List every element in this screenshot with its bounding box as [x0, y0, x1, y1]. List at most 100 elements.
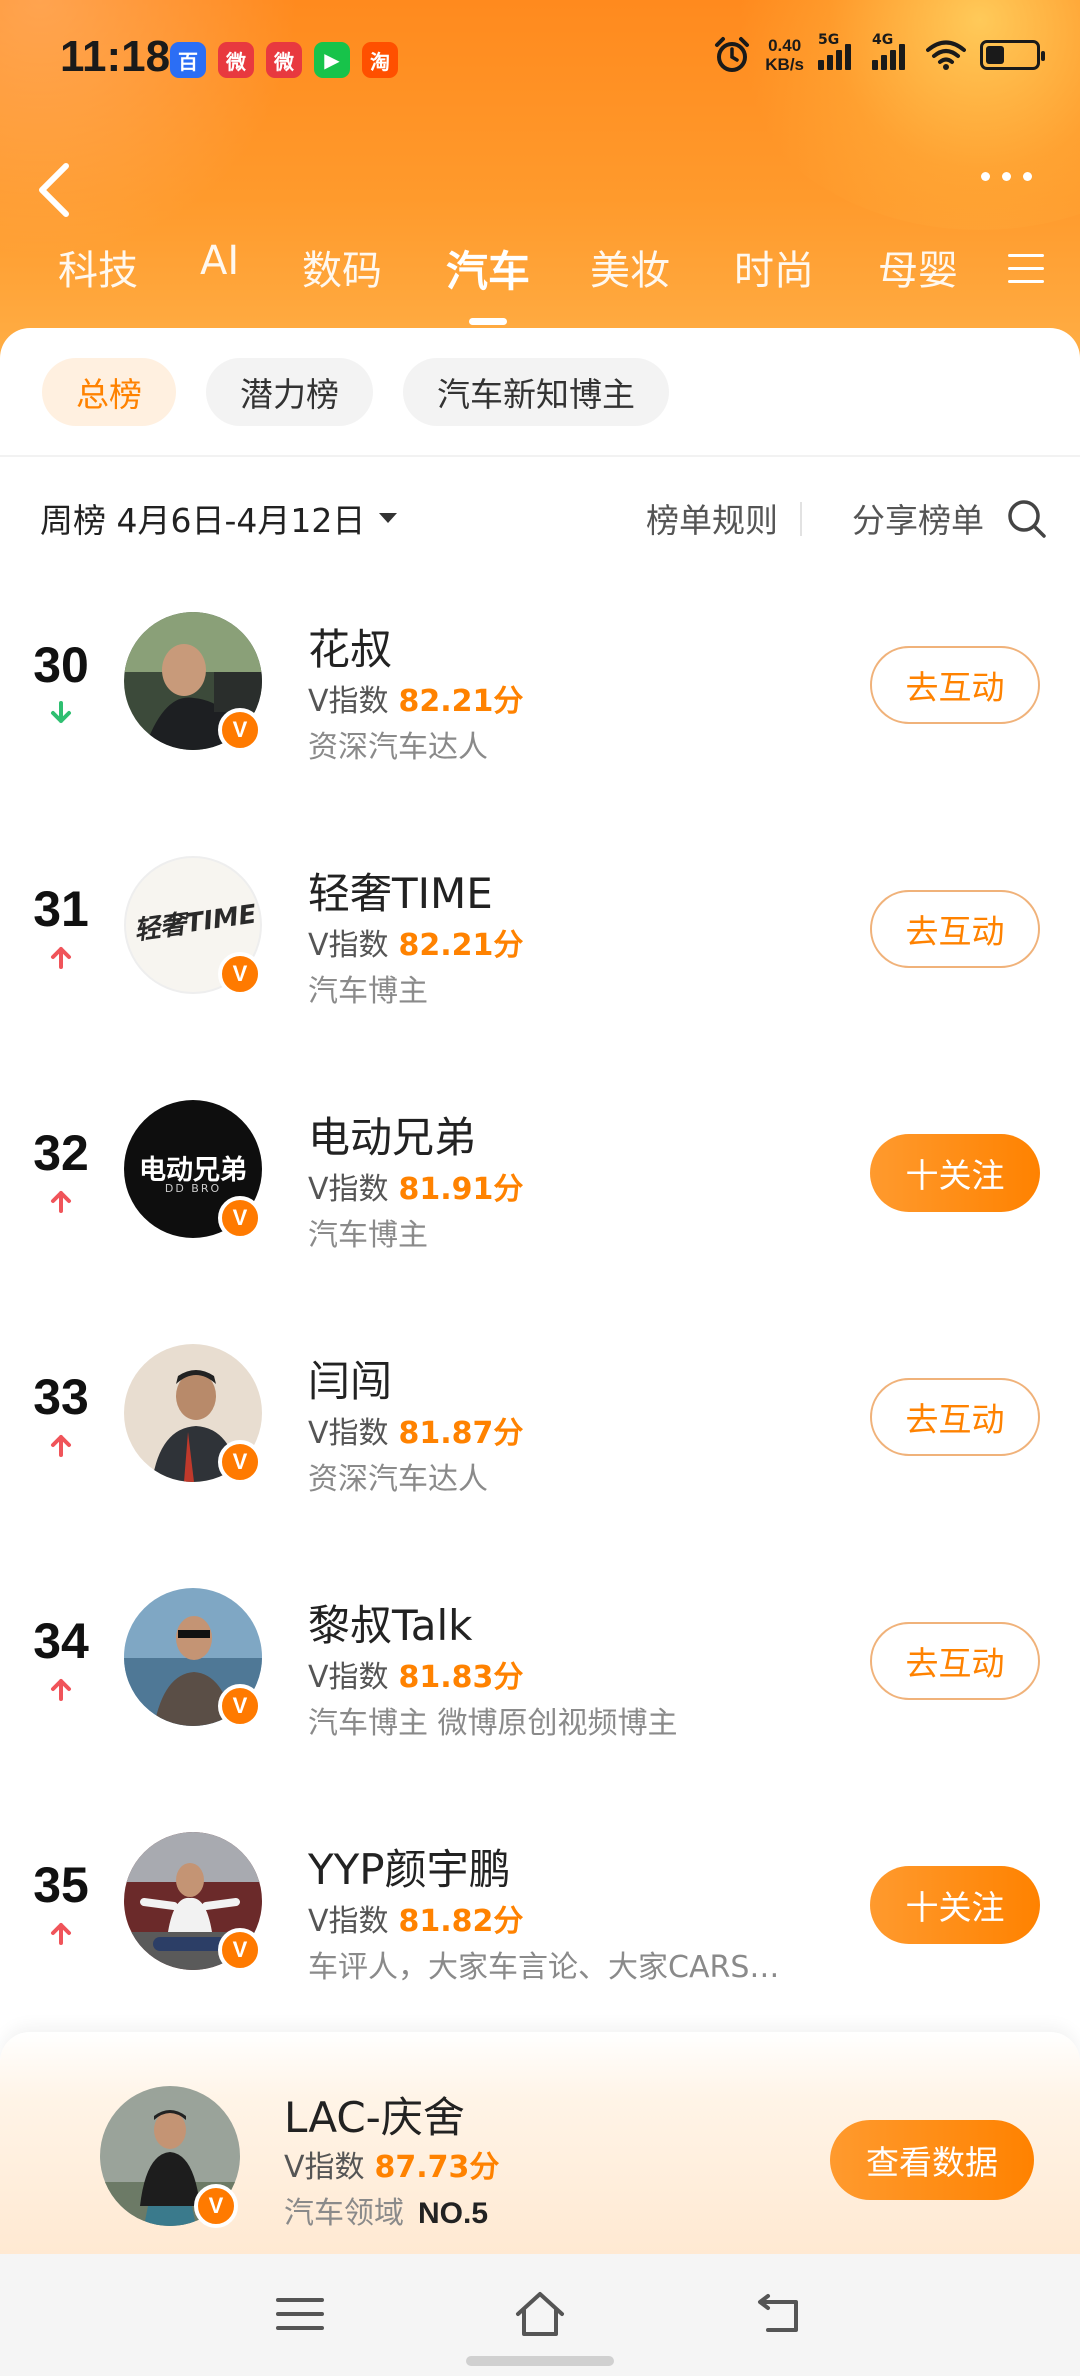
v-index-label: V指数 — [284, 2150, 365, 2185]
ranking-row[interactable]: 33 V 闫闯 V指数 81.87分 资深汽车达人 去互动 — [0, 1328, 1080, 1572]
trend-up-icon — [51, 1435, 71, 1457]
ranking-filters: 总榜 潜力榜 汽车新知博主 — [42, 358, 669, 426]
interact-button[interactable]: 去互动 — [870, 1378, 1040, 1456]
net-speed-value: 0.40 — [768, 36, 802, 55]
share-ranking-link[interactable]: 分享榜单 — [852, 494, 984, 542]
week-selector[interactable]: 周榜 4月6日-4月12日 — [40, 494, 398, 542]
weibo-icon: 微 — [218, 42, 254, 78]
home-icon[interactable] — [512, 2290, 568, 2338]
tab-maternity[interactable]: 母婴 — [878, 238, 958, 296]
status-bar: 11:18 百 微 微 ▶ 淘 0.40 KB/s 5G 4G — [0, 0, 1080, 118]
verified-badge-icon: V — [218, 952, 262, 996]
follow-button[interactable]: 十关注 — [870, 1134, 1040, 1212]
v-index: V指数 82.21分 — [308, 676, 523, 720]
rank-number: 33 — [33, 1369, 89, 1425]
blogger-subtitle: 车评人，大家车言论、大家CARS… — [308, 1950, 780, 1985]
trend-up-icon — [51, 1679, 71, 1701]
my-domain-rank: 汽车领域 NO.5 — [284, 2188, 488, 2232]
status-indicators: 0.40 KB/s 5G 4G — [713, 32, 1045, 74]
interact-button[interactable]: 去互动 — [870, 890, 1040, 968]
separator — [800, 502, 802, 536]
search-icon[interactable] — [1004, 496, 1050, 542]
divider — [0, 455, 1080, 457]
v-index-label: V指数 — [308, 1416, 389, 1451]
interact-button[interactable]: 去互动 — [870, 646, 1040, 724]
tab-beauty[interactable]: 美妆 — [590, 238, 670, 296]
my-rank-number: NO.5 — [418, 2197, 489, 2230]
view-data-button[interactable]: 查看数据 — [830, 2120, 1034, 2200]
v-index: V指数 81.91分 — [308, 1164, 523, 1208]
v-index-score: 81.91分 — [398, 1172, 524, 1207]
signal-4g-label: 4G — [872, 32, 894, 48]
ranking-row[interactable]: 30 V 花叔 V指数 82.21分 资深汽车达人 去互动 — [0, 596, 1080, 840]
v-index: V指数 82.21分 — [308, 920, 523, 964]
v-index-label: V指数 — [308, 684, 389, 719]
filter-new-knowledge[interactable]: 汽车新知博主 — [403, 358, 669, 426]
my-name: LAC-庆舍 — [284, 2093, 465, 2142]
v-index-score: 81.83分 — [398, 1660, 524, 1695]
verified-badge-icon: V — [218, 1440, 262, 1484]
v-index-score: 81.82分 — [398, 1904, 524, 1939]
v-index-label: V指数 — [308, 1904, 389, 1939]
v-index-label: V指数 — [308, 1660, 389, 1695]
tab-tech[interactable]: 科技 — [58, 238, 138, 296]
tab-fashion[interactable]: 时尚 — [734, 238, 814, 296]
back-nav-icon[interactable] — [752, 2290, 808, 2338]
v-index: V指数 81.87分 — [308, 1408, 523, 1452]
v-index-score: 81.87分 — [398, 1416, 524, 1451]
my-ranking-card: V LAC-庆舍 V指数 87.73分 汽车领域 NO.5 查看数据 — [0, 2032, 1080, 2254]
net-speed-unit: KB/s — [765, 55, 804, 74]
v-index-score: 82.21分 — [398, 928, 524, 963]
blogger-name: 闫闯 — [308, 1357, 393, 1406]
v-index: V指数 81.82分 — [308, 1896, 523, 1940]
video-play-icon: ▶ — [314, 42, 350, 78]
week-label: 周榜 4月6日-4月12日 — [40, 501, 366, 540]
blogger-name: YYP颜宇鹏 — [308, 1845, 511, 1894]
v-index-label: V指数 — [308, 928, 389, 963]
tab-auto[interactable]: 汽车 — [446, 238, 530, 325]
baidu-icon: 百 — [170, 42, 206, 78]
menu-icon[interactable] — [272, 2290, 328, 2338]
follow-button[interactable]: 十关注 — [870, 1866, 1040, 1944]
interact-button[interactable]: 去互动 — [870, 1622, 1040, 1700]
back-button[interactable] — [30, 160, 80, 220]
ranking-rules-link[interactable]: 榜单规则 — [646, 494, 778, 542]
verified-badge-icon: V — [218, 1928, 262, 1972]
ranking-row[interactable]: 35 V YYP颜宇鹏 V指数 81.82分 车评人，大家车言论、大家CARS… … — [0, 1816, 1080, 2060]
filter-overall[interactable]: 总榜 — [42, 358, 176, 426]
status-app-icons: 百 微 微 ▶ 淘 — [170, 42, 398, 78]
caret-down-icon — [379, 513, 398, 523]
week-row: 周榜 4月6日-4月12日 榜单规则 分享榜单 — [40, 494, 1046, 544]
v-index-label: V指数 — [308, 1172, 389, 1207]
category-tabs: 科技 AI 数码 汽车 美妆 时尚 母婴 — [0, 238, 1080, 325]
avatar-logo-text: 轻奢TIME — [132, 899, 259, 947]
ranking-row[interactable]: 32 电动兄弟 DD BRO V 电动兄弟 V指数 81.91分 汽车博主 十关注 — [0, 1084, 1080, 1328]
home-indicator[interactable] — [466, 2356, 614, 2366]
rank-number: 30 — [33, 637, 89, 693]
ranking-row[interactable]: 34 V 黎叔Talk V指数 81.83分 汽车博主 微博原创视频博主 去互动 — [0, 1572, 1080, 1816]
blogger-name: 轻奢TIME — [308, 869, 493, 918]
tab-digital[interactable]: 数码 — [302, 238, 382, 296]
wifi-icon — [926, 40, 966, 70]
tab-menu-icon[interactable] — [1008, 254, 1044, 284]
verified-badge-icon: V — [218, 1684, 262, 1728]
net-speed: 0.40 KB/s — [765, 36, 804, 74]
ranking-row[interactable]: 31 轻奢TIME V 轻奢TIME V指数 82.21分 汽车博主 去互动 — [0, 840, 1080, 1084]
v-index: V指数 81.83分 — [308, 1652, 523, 1696]
blogger-subtitle: 汽车博主 微博原创视频博主 — [308, 1706, 678, 1741]
alarm-icon — [715, 37, 750, 72]
blogger-subtitle: 资深汽车达人 — [308, 1462, 488, 1497]
trend-up-icon — [51, 1923, 71, 1945]
trend-down-icon — [51, 701, 71, 723]
rank-number: 32 — [33, 1125, 89, 1181]
battery-icon — [980, 40, 1045, 70]
my-v-index-score: 87.73分 — [374, 2150, 500, 2185]
rank-number: 35 — [33, 1857, 89, 1913]
blogger-subtitle: 资深汽车达人 — [308, 730, 488, 765]
system-nav-bar — [0, 2254, 1080, 2376]
filter-potential[interactable]: 潜力榜 — [206, 358, 373, 426]
taobao-icon: 淘 — [362, 42, 398, 78]
more-options-button[interactable] — [981, 172, 1032, 181]
tab-ai[interactable]: AI — [200, 238, 239, 284]
weibo-icon: 微 — [266, 42, 302, 78]
